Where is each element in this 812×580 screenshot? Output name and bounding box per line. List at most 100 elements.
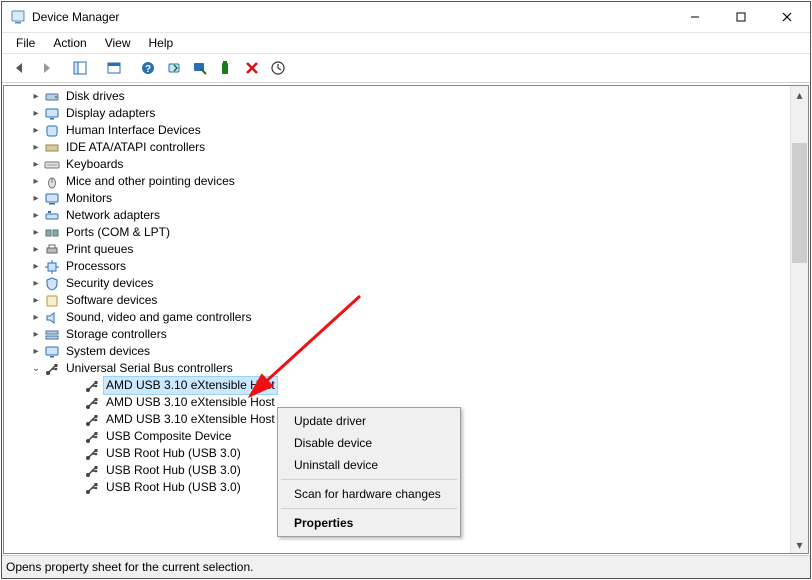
svg-text:?: ?	[145, 64, 151, 75]
security-icon	[44, 276, 60, 292]
node-label: Sound, video and game controllers	[64, 309, 253, 326]
node-label: Security devices	[64, 275, 155, 292]
usb-icon	[84, 412, 100, 428]
chevron-right-icon[interactable]: ▸	[28, 106, 44, 122]
chevron-right-icon[interactable]: ▸	[28, 310, 44, 326]
ctx-uninstall-device[interactable]: Uninstall device	[280, 454, 458, 476]
chevron-right-icon[interactable]: ▸	[28, 242, 44, 258]
usb-icon	[84, 463, 100, 479]
spacer	[68, 378, 84, 394]
window-title: Device Manager	[32, 10, 119, 24]
properties-button[interactable]	[102, 56, 126, 80]
chevron-right-icon[interactable]: ▸	[28, 174, 44, 190]
chevron-down-icon[interactable]: ⌄	[28, 361, 44, 377]
close-button[interactable]	[764, 2, 810, 32]
node-label: Processors	[64, 258, 128, 275]
toolbar: ?	[2, 53, 810, 83]
node-label: Mice and other pointing devices	[64, 173, 237, 190]
chevron-right-icon[interactable]: ▸	[28, 123, 44, 139]
chevron-right-icon[interactable]: ▸	[28, 276, 44, 292]
usb-icon	[84, 378, 100, 394]
chevron-right-icon[interactable]: ▸	[28, 327, 44, 343]
scroll-down-icon[interactable]: ▾	[791, 536, 808, 553]
chevron-right-icon[interactable]: ▸	[28, 344, 44, 360]
tree-node[interactable]: ▸Monitors	[8, 190, 808, 207]
tree-node[interactable]: ⌄ Universal Serial Bus controllers	[8, 360, 808, 377]
tree-node[interactable]: AMD USB 3.10 eXtensible Host	[8, 377, 808, 394]
minimize-button[interactable]	[672, 2, 718, 32]
titlebar: Device Manager	[2, 2, 810, 33]
spacer	[68, 463, 84, 479]
context-menu: Update driver Disable device Uninstall d…	[277, 407, 461, 537]
tree-node[interactable]: ▸ Human Interface Devices	[8, 122, 808, 139]
printer-icon	[44, 242, 60, 258]
scroll-up-icon[interactable]: ▴	[791, 86, 808, 103]
node-label: IDE ATA/ATAPI controllers	[64, 139, 207, 156]
node-label: Keyboards	[64, 156, 125, 173]
uninstall-device-button[interactable]	[214, 56, 238, 80]
chevron-right-icon[interactable]: ▸	[28, 208, 44, 224]
node-label: AMD USB 3.10 eXtensible Host	[104, 411, 277, 428]
node-label: AMD USB 3.10 eXtensible Host	[104, 394, 277, 411]
tree-node[interactable]: ▸System devices	[8, 343, 808, 360]
back-button[interactable]	[8, 56, 32, 80]
show-hide-tree-button[interactable]	[68, 56, 92, 80]
chevron-right-icon[interactable]: ▸	[28, 157, 44, 173]
device-manager-icon	[10, 9, 26, 25]
menu-file[interactable]: File	[8, 34, 43, 52]
ctx-update-driver[interactable]: Update driver	[280, 410, 458, 432]
delete-button[interactable]	[240, 56, 264, 80]
tree-node[interactable]: ▸ Sound, video and game controllers	[8, 309, 808, 326]
storage-icon	[44, 327, 60, 343]
tree-node[interactable]: ▸ Mice and other pointing devices	[8, 173, 808, 190]
menu-view[interactable]: View	[97, 34, 139, 52]
vertical-scrollbar[interactable]: ▴ ▾	[790, 86, 808, 553]
maximize-button[interactable]	[718, 2, 764, 32]
tree-node[interactable]: ▸ Security devices	[8, 275, 808, 292]
scan-hardware-button[interactable]	[266, 56, 290, 80]
node-label: Human Interface Devices	[64, 122, 203, 139]
ide-icon	[44, 140, 60, 156]
menu-help[interactable]: Help	[141, 34, 182, 52]
software-icon	[44, 293, 60, 309]
menu-action[interactable]: Action	[45, 34, 94, 52]
ctx-separator	[281, 508, 457, 509]
usb-icon	[84, 480, 100, 496]
node-label: Ports (COM & LPT)	[64, 224, 172, 241]
tree-node[interactable]: ▸Software devices	[8, 292, 808, 309]
chevron-right-icon[interactable]: ▸	[28, 191, 44, 207]
update-driver-button[interactable]	[162, 56, 186, 80]
node-label: Disk drives	[64, 88, 127, 105]
tree-node[interactable]: ▸Storage controllers	[8, 326, 808, 343]
chevron-right-icon[interactable]: ▸	[28, 293, 44, 309]
ports-icon	[44, 225, 60, 241]
node-label: USB Root Hub (USB 3.0)	[104, 479, 243, 496]
spacer	[68, 412, 84, 428]
ctx-disable-device[interactable]: Disable device	[280, 432, 458, 454]
disable-device-button[interactable]	[188, 56, 212, 80]
tree-node[interactable]: ▸Print queues	[8, 241, 808, 258]
tree-node[interactable]: ▸ IDE ATA/ATAPI controllers	[8, 139, 808, 156]
usb-icon	[84, 446, 100, 462]
scroll-thumb[interactable]	[792, 143, 807, 263]
tree-node[interactable]: ▸ Ports (COM & LPT)	[8, 224, 808, 241]
usb-icon	[84, 429, 100, 445]
chevron-right-icon[interactable]: ▸	[28, 140, 44, 156]
chevron-right-icon[interactable]: ▸	[28, 89, 44, 105]
forward-button[interactable]	[34, 56, 58, 80]
display-icon	[44, 106, 60, 122]
tree-node[interactable]: ▸ Processors	[8, 258, 808, 275]
ctx-scan-hardware[interactable]: Scan for hardware changes	[280, 483, 458, 505]
help-button[interactable]: ?	[136, 56, 160, 80]
chevron-right-icon[interactable]: ▸	[28, 259, 44, 275]
tree-node[interactable]: ▸ Keyboards	[8, 156, 808, 173]
ctx-properties[interactable]: Properties	[280, 512, 458, 534]
chevron-right-icon[interactable]: ▸	[28, 225, 44, 241]
window: Device Manager File Action View Help ? ▸…	[1, 1, 811, 579]
spacer	[68, 480, 84, 496]
status-text: Opens property sheet for the current sel…	[6, 560, 253, 574]
node-label: Universal Serial Bus controllers	[64, 360, 235, 377]
tree-node[interactable]: ▸ Disk drives	[8, 88, 808, 105]
tree-node[interactable]: ▸Display adapters	[8, 105, 808, 122]
tree-node[interactable]: ▸Network adapters	[8, 207, 808, 224]
